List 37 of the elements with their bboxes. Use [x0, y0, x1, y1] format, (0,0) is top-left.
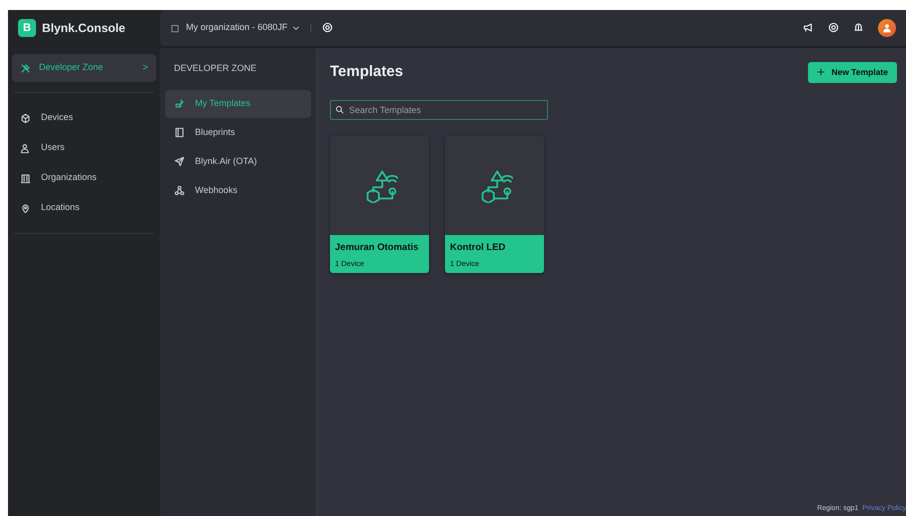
- new-template-button[interactable]: New Template: [808, 62, 897, 83]
- webhooks-icon: [174, 185, 185, 196]
- subnav-item[interactable]: My Templates: [165, 90, 311, 118]
- help-icon: [828, 22, 839, 34]
- plus-icon: [817, 68, 826, 76]
- page-title: Templates: [330, 63, 404, 82]
- paper-plane-icon: [174, 156, 185, 167]
- location-pin-icon: [20, 202, 31, 214]
- template-name: Jemuran Otomatis: [335, 240, 420, 255]
- subnav-item[interactable]: Webhooks: [165, 176, 311, 204]
- template-name: Kontrol LED: [450, 240, 506, 255]
- separator: |: [310, 21, 312, 34]
- subnav-item[interactable]: Blueprints: [165, 118, 311, 146]
- tools-icon: [20, 62, 31, 74]
- sidebar-item[interactable]: Organizations: [8, 163, 160, 193]
- settings-icon: [322, 22, 333, 34]
- megaphone-icon: [803, 22, 814, 34]
- sidebar-item[interactable]: Users: [8, 133, 160, 163]
- organization-dropdown[interactable]: My organization - 6080JF: [186, 21, 300, 35]
- subnav-item[interactable]: Blynk.Air (OTA): [165, 148, 311, 176]
- search-field[interactable]: Search Templates: [330, 100, 548, 120]
- bell-icon: [853, 22, 864, 34]
- templates-icon: [174, 98, 185, 109]
- building-icon: [20, 172, 31, 184]
- book-icon: [174, 127, 185, 138]
- search-icon: [335, 104, 344, 114]
- users-icon: [20, 142, 31, 154]
- section-heading: DEVELOPER ZONE: [173, 62, 258, 75]
- app-name: Blynk.Console: [42, 20, 126, 37]
- chevron-down-icon: [292, 24, 300, 32]
- cube-icon: [20, 112, 31, 124]
- logo: B: [18, 19, 36, 37]
- building-icon: [170, 23, 180, 33]
- sidebar-item[interactable]: Devices: [8, 103, 160, 133]
- user-avatar[interactable]: [878, 19, 896, 37]
- developer-zone-button[interactable]: Developer Zone >: [12, 54, 156, 82]
- sidebar-item[interactable]: Locations: [8, 193, 160, 223]
